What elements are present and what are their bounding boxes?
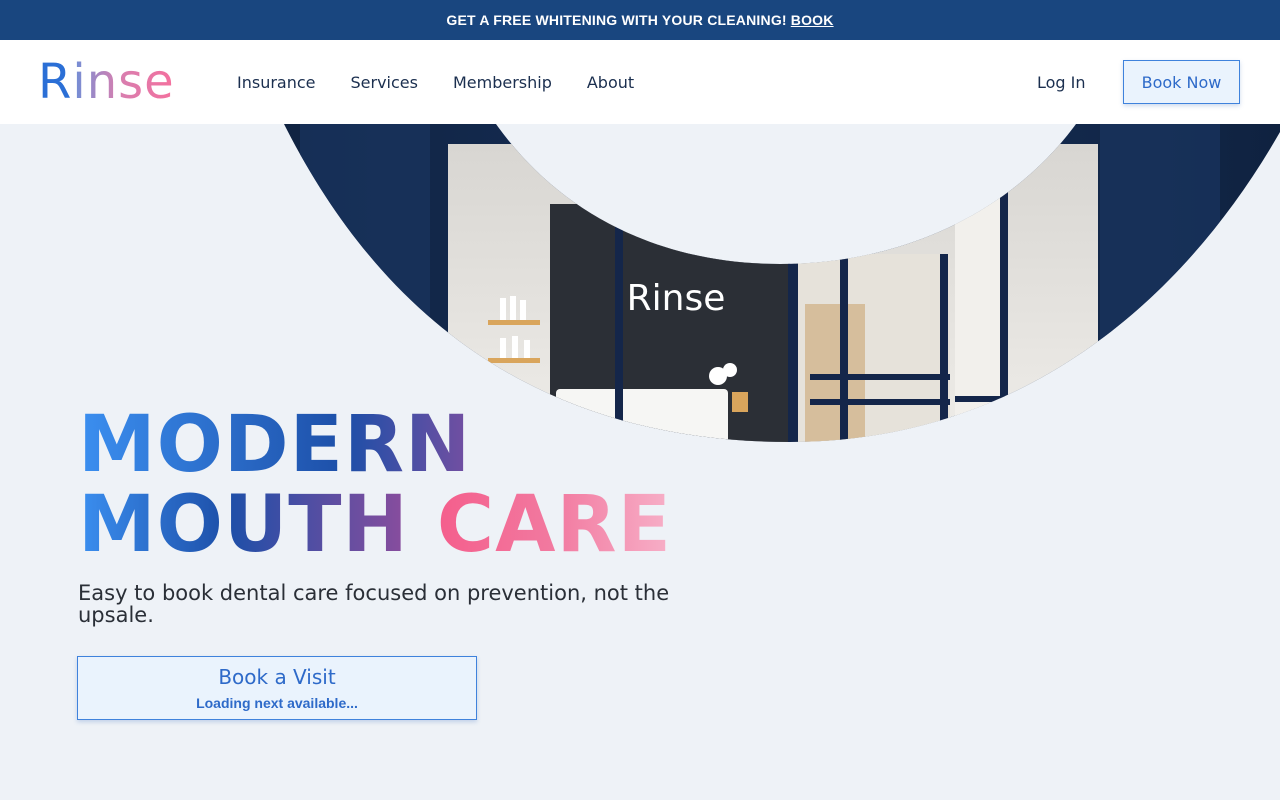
top-navigation: Rinse Insurance Services Membership Abou… (0, 40, 1280, 124)
headline-word-care: CARE (436, 480, 672, 570)
promo-text: GET A FREE WHITENING WITH YOUR CLEANING! (446, 12, 787, 28)
storefront-sign: Rinse (627, 278, 726, 319)
logo-letters-inse: inse (72, 54, 175, 110)
promo-book-link[interactable]: BOOK (791, 12, 834, 28)
nav-links: Insurance Services Membership About (237, 40, 669, 124)
headline-line-1: MODERN (78, 405, 672, 485)
headline-line-2: MOUTH CARE (78, 485, 672, 565)
book-now-button[interactable]: Book Now (1123, 60, 1240, 104)
hero-subtitle: Easy to book dental care focused on prev… (78, 581, 670, 627)
hero-headline: MODERN MOUTH CARE (78, 405, 672, 565)
rinse-logo[interactable]: Rinse (38, 54, 175, 110)
logo-letter-r: R (38, 54, 73, 110)
headline-word-mouth: MOUTH (78, 480, 409, 570)
promo-banner: GET A FREE WHITENING WITH YOUR CLEANING!… (0, 0, 1280, 40)
next-available-status: Loading next available... (196, 695, 358, 711)
book-visit-label: Book a Visit (218, 665, 336, 689)
nav-item-services[interactable]: Services (351, 73, 418, 92)
login-link[interactable]: Log In (1037, 40, 1086, 124)
book-visit-button[interactable]: Book a Visit Loading next available... (77, 656, 477, 720)
nav-item-about[interactable]: About (587, 73, 634, 92)
nav-item-insurance[interactable]: Insurance (237, 73, 316, 92)
nav-item-membership[interactable]: Membership (453, 73, 552, 92)
